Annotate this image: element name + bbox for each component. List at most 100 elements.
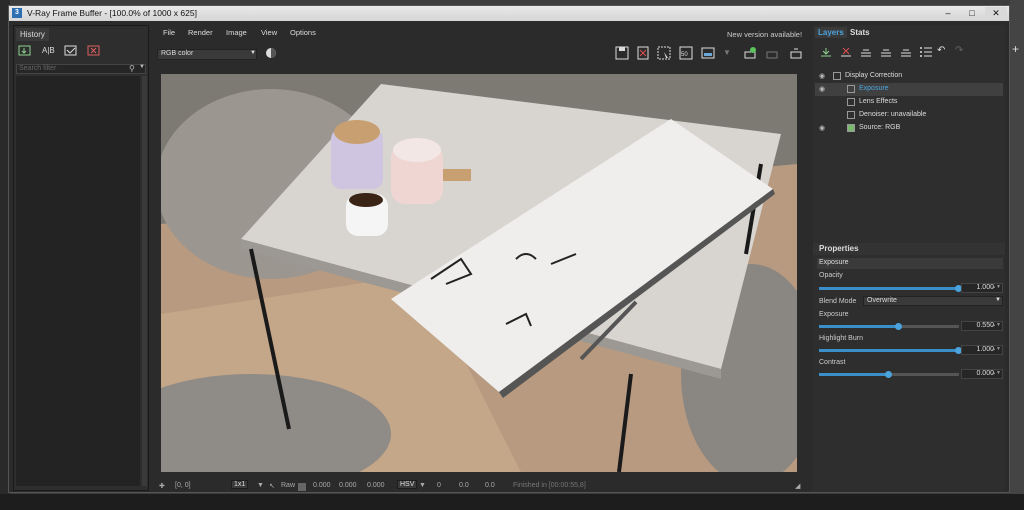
highlight-burn-field[interactable]: 1.000 ▲▼ (961, 345, 1003, 355)
new-version-notice[interactable]: New version available! (727, 30, 802, 39)
render-viewport[interactable] (161, 74, 797, 472)
slider-fill (819, 349, 959, 352)
highlight-burn-slider[interactable] (819, 347, 962, 354)
add-layer-icon[interactable] (819, 46, 833, 60)
menu-view[interactable]: View (261, 28, 277, 37)
menu-options[interactable]: Options (290, 28, 316, 37)
layer-label: Display Correction (845, 72, 903, 79)
vray-frame-buffer-window: 3 V-Ray Frame Buffer - [100.0% of 1000 x… (8, 5, 1010, 493)
slider-handle[interactable] (885, 371, 892, 378)
hsv-v: 0.0 (485, 482, 495, 489)
chevron-down-icon: ▼ (257, 482, 264, 489)
opacity-slider[interactable] (819, 285, 962, 292)
redo-icon[interactable]: ↷ (955, 45, 963, 56)
chevron-down-icon[interactable]: ▼ (139, 64, 145, 70)
menu-image[interactable]: Image (226, 28, 247, 37)
layer-item-lens-effects[interactable]: Lens Effects (815, 96, 1003, 109)
layer-item-display-correction[interactable]: ◉ Display Correction (815, 70, 1003, 83)
blend-mode-select[interactable]: Overwrite ▼ (863, 296, 1003, 306)
menu-render[interactable]: Render (188, 28, 213, 37)
layer-item-source[interactable]: ◉ Source: RGB (815, 122, 1003, 135)
history-list (16, 76, 140, 486)
history-panel: History A|B Search filter ⚲ ▼ (13, 25, 149, 491)
contrast-field[interactable]: 0.000 ▲▼ (961, 369, 1003, 379)
contrast-slider[interactable] (819, 371, 959, 378)
close-button[interactable]: ✕ (985, 7, 1007, 19)
history-toolbar: A|B (18, 44, 108, 60)
maximize-button[interactable]: □ (961, 7, 983, 19)
rendered-image (161, 74, 797, 472)
svg-text:A|B: A|B (42, 46, 55, 55)
exposure-slider[interactable] (819, 323, 959, 330)
color-mode-select[interactable]: HSV (397, 480, 418, 489)
channel-select[interactable]: RGB color ▼ (157, 49, 257, 60)
pipette-icon[interactable]: ↖ (269, 482, 275, 490)
render-icon[interactable] (789, 46, 803, 62)
chevron-down-icon: ▼ (250, 50, 256, 56)
channel-value: RGB color (161, 50, 194, 57)
history-search-input[interactable]: Search filter ⚲ ▼ (16, 64, 146, 74)
delete-layer-icon[interactable] (839, 46, 853, 60)
raw-b: 0.000 (367, 482, 385, 489)
eye-icon[interactable]: ◉ (819, 72, 825, 80)
eye-icon[interactable]: ◉ (819, 124, 825, 132)
slider-fill (819, 287, 959, 290)
test-resolution-icon[interactable]: 50 (679, 46, 693, 62)
layer-item-exposure[interactable]: ◉ Exposure (815, 83, 1003, 96)
title-bar: 3 V-Ray Frame Buffer - [100.0% of 1000 x… (9, 6, 1009, 21)
tab-stats[interactable]: Stats (847, 27, 873, 38)
spinner-icon[interactable]: ▲▼ (991, 322, 1001, 328)
clear-image-icon[interactable] (636, 46, 650, 62)
hsv-s: 0.0 (459, 482, 469, 489)
resize-grip-icon[interactable]: ◢ (795, 482, 800, 490)
blend-mode-value: Overwrite (867, 297, 897, 304)
search-placeholder: Search filter (19, 65, 57, 72)
status-bar: ✚ [0, 0] 1x1 ▼ ↖ Raw 0.000 0.000 0.000 H… (153, 480, 809, 493)
layer-presets-icon[interactable] (899, 46, 913, 60)
opacity-field[interactable]: 1.000 ▲▼ (961, 283, 1003, 293)
spinner-icon[interactable]: ▲▼ (991, 346, 1001, 352)
denoiser-icon (847, 111, 855, 119)
plus-icon: + (1012, 42, 1020, 56)
chevron-down-icon: ▼ (419, 482, 426, 489)
exposure-label: Exposure (819, 311, 849, 318)
color-picker-icon[interactable] (265, 47, 277, 61)
save-icon[interactable] (615, 46, 629, 62)
slider-handle[interactable] (894, 323, 902, 330)
raw-label: Raw (281, 482, 296, 489)
layer-list-icon[interactable] (919, 46, 933, 60)
exposure-icon (847, 85, 855, 93)
tab-layers[interactable]: Layers (815, 27, 847, 38)
contrast-label: Contrast (819, 359, 846, 366)
zoom-select[interactable]: 1x1 (231, 480, 249, 489)
crosshair-icon[interactable]: ✚ (159, 482, 165, 490)
layers-panel: Layers Stats ↶ ↷ ◉ Display Correction ◉ … (813, 25, 1005, 491)
save-layers-icon[interactable] (859, 46, 873, 60)
expand-icon[interactable] (833, 72, 841, 80)
load-history-icon[interactable] (64, 44, 78, 56)
load-layers-icon[interactable] (879, 46, 893, 60)
spinner-icon[interactable]: ▲▼ (991, 370, 1001, 376)
render-interactive-icon[interactable] (743, 46, 757, 62)
opacity-label: Opacity (819, 272, 843, 279)
layer-item-denoiser[interactable]: Denoiser: unavailable (815, 109, 1003, 122)
exposure-field[interactable]: 0.550 ▲▼ (961, 321, 1003, 331)
undo-icon[interactable]: ↶ (937, 45, 945, 56)
history-scrollbar[interactable] (142, 76, 147, 486)
save-to-history-icon[interactable] (18, 44, 32, 56)
follow-mouse-icon[interactable] (701, 46, 715, 62)
menu-file[interactable]: File (163, 28, 175, 37)
region-render-icon[interactable] (657, 46, 671, 62)
ab-compare-icon[interactable]: A|B (41, 44, 55, 56)
slider-fill (819, 373, 889, 376)
remove-history-icon[interactable] (87, 44, 101, 56)
layer-label: Source: RGB (859, 124, 901, 131)
properties-title: Properties (819, 244, 859, 253)
lock-icon[interactable]: ▼ (723, 48, 731, 57)
minimize-button[interactable]: – (937, 7, 959, 19)
stop-render-icon[interactable] (765, 46, 779, 62)
eye-icon[interactable]: ◉ (819, 85, 825, 93)
tab-history[interactable]: History (16, 28, 49, 41)
spinner-icon[interactable]: ▲▼ (991, 284, 1001, 290)
blend-mode-label: Blend Mode (819, 298, 857, 305)
